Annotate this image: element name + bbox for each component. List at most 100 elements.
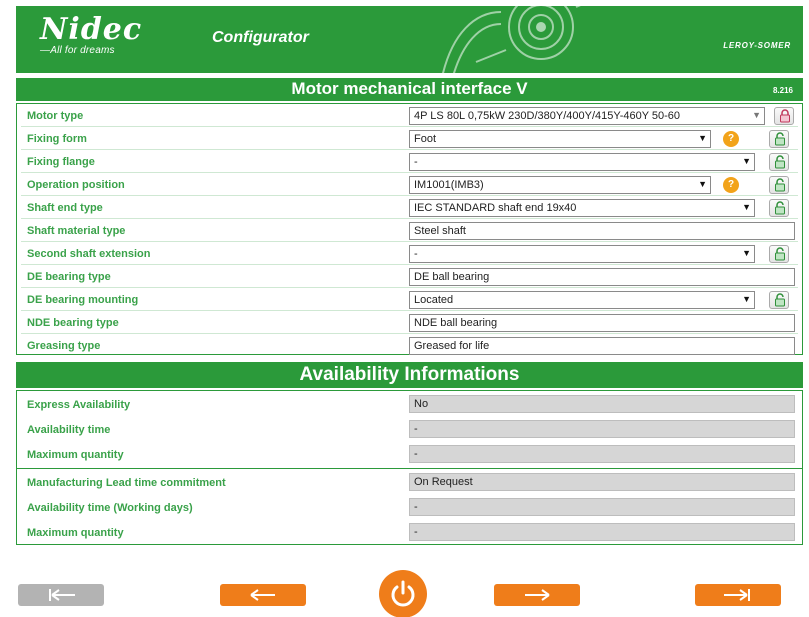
chevron-down-icon: ▼ [698,133,707,143]
previous-button[interactable] [220,584,306,606]
field-value: Greased for life [414,340,490,352]
availability-working-days-value: - [409,498,795,516]
availability-row: Maximum quantity - [17,442,802,467]
availability-row: Express Availability No [17,392,802,417]
form-row-motor-type: Motor type 4P LS 80L 0,75kW 230D/380Y/40… [17,105,802,127]
shaft-end-type-select[interactable]: IEC STANDARD shaft end 19x40 ▼ [409,199,755,217]
page-title: Motor mechanical interface V [291,79,528,98]
select-value: IEC STANDARD shaft end 19x40 [414,202,577,214]
section-divider [17,468,802,469]
availability-time-value: - [409,420,795,438]
field-label: Availability time [27,424,111,436]
lock-button[interactable] [769,199,789,217]
form-row-greasing-type: Greasing type Greased for life [17,335,802,357]
field-label: DE bearing mounting [27,294,139,306]
fixing-form-select[interactable]: Foot ▼ [409,130,711,148]
chevron-down-icon: ▼ [742,202,751,212]
lock-button[interactable] [774,107,794,125]
availability-section: Express Availability No Availability tim… [16,390,803,545]
lock-button[interactable] [769,130,789,148]
padlock-closed-icon [780,109,790,123]
title-bar: Motor mechanical interface V 8.216 [16,78,803,101]
field-label: Fixing form [27,133,87,145]
app-window: Nidec —All for dreams Configurator LEROY… [0,0,809,617]
field-label: Maximum quantity [27,449,124,461]
padlock-open-icon [775,155,785,169]
select-value: 4P LS 80L 0,75kW 230D/380Y/400Y/415Y-460… [414,110,681,122]
shaft-material-field: Steel shaft [409,222,795,240]
field-label: Shaft material type [27,225,126,237]
de-bearing-mounting-select[interactable]: Located ▼ [409,291,755,309]
lead-time-commitment-value: On Request [409,473,795,491]
next-button[interactable] [494,584,580,606]
select-value: - [414,156,418,168]
form-row-fixing-flange: Fixing flange - ▼ [17,151,802,173]
field-label: Express Availability [27,399,131,411]
availability-row: Availability time - [17,417,802,442]
availability-row: Maximum quantity - [17,520,802,545]
availability-row: Availability time (Working days) - [17,495,802,520]
last-page-button[interactable] [695,584,781,606]
field-label: Maximum quantity [27,527,124,539]
chevron-down-icon: ▼ [742,294,751,304]
form-row-second-shaft-extension: Second shaft extension - ▼ [17,243,802,265]
padlock-open-icon [775,293,785,307]
logo-text: Nidec [40,12,143,47]
arrow-first-icon [49,589,75,601]
question-circle-icon: ? [727,133,735,144]
availability-title: Availability Informations [16,362,803,388]
nde-bearing-type-field: NDE ball bearing [409,314,795,332]
field-value: DE ball bearing [414,271,490,283]
form-row-de-bearing-type: DE bearing type DE ball bearing [17,266,802,288]
select-value: Foot [414,133,437,145]
select-value: - [414,248,418,260]
app-name: Configurator [212,29,309,46]
arrow-left-icon [250,589,275,601]
field-label: Second shaft extension [27,248,151,260]
form-row-fixing-form: Fixing form Foot ▼ ? [17,128,802,150]
power-icon [391,580,415,607]
second-shaft-extension-select[interactable]: - ▼ [409,245,755,263]
field-label: Greasing type [27,340,101,352]
form-row-shaft-material-type: Shaft material type Steel shaft [17,220,802,242]
field-value: Steel shaft [414,225,466,237]
padlock-open-icon [775,201,785,215]
help-button[interactable]: ? [723,177,739,193]
lock-button[interactable] [769,245,789,263]
field-label: DE bearing type [27,271,111,283]
chevron-down-icon: ▼ [742,248,751,258]
field-label: Shaft end type [27,202,103,214]
field-label: Fixing flange [27,156,95,168]
select-value: IM1001(IMB3) [414,179,484,191]
form-row-de-bearing-mounting: DE bearing mounting Located ▼ [17,289,802,311]
select-value: Located [414,294,454,306]
lock-button[interactable] [769,176,789,194]
field-label: Availability time (Working days) [27,502,193,514]
field-label: NDE bearing type [27,317,119,329]
version-label: 8.216 [772,86,793,95]
question-circle-icon: ? [727,179,735,190]
availability-row: Manufacturing Lead time commitment On Re… [17,470,802,495]
power-button[interactable] [379,570,427,617]
chevron-down-icon: ▼ [698,179,707,189]
maximum-quantity-value: - [409,445,795,463]
lock-button[interactable] [769,153,789,171]
field-label: Motor type [27,110,84,122]
fixing-flange-select[interactable]: - ▼ [409,153,755,171]
chevron-down-icon: ▼ [742,156,751,166]
leroy-somer-logo: LEROY-SOMER [723,41,791,50]
nidec-logo: Nidec —All for dreams [40,12,143,57]
express-availability-value: No [409,395,795,413]
first-page-button[interactable] [18,584,104,606]
form-row-shaft-end-type: Shaft end type IEC STANDARD shaft end 19… [17,197,802,219]
operation-position-select[interactable]: IM1001(IMB3) ▼ [409,176,711,194]
padlock-open-icon [775,247,785,261]
motor-graphic-icon [442,6,581,73]
motor-type-select[interactable]: 4P LS 80L 0,75kW 230D/380Y/400Y/415Y-460… [409,107,765,125]
help-button[interactable]: ? [723,131,739,147]
lock-button[interactable] [769,291,789,309]
arrow-last-icon [724,589,750,601]
field-value: NDE ball bearing [414,317,498,329]
motor-interface-form: Motor type 4P LS 80L 0,75kW 230D/380Y/40… [16,103,803,355]
chevron-down-icon: ▼ [752,110,761,120]
